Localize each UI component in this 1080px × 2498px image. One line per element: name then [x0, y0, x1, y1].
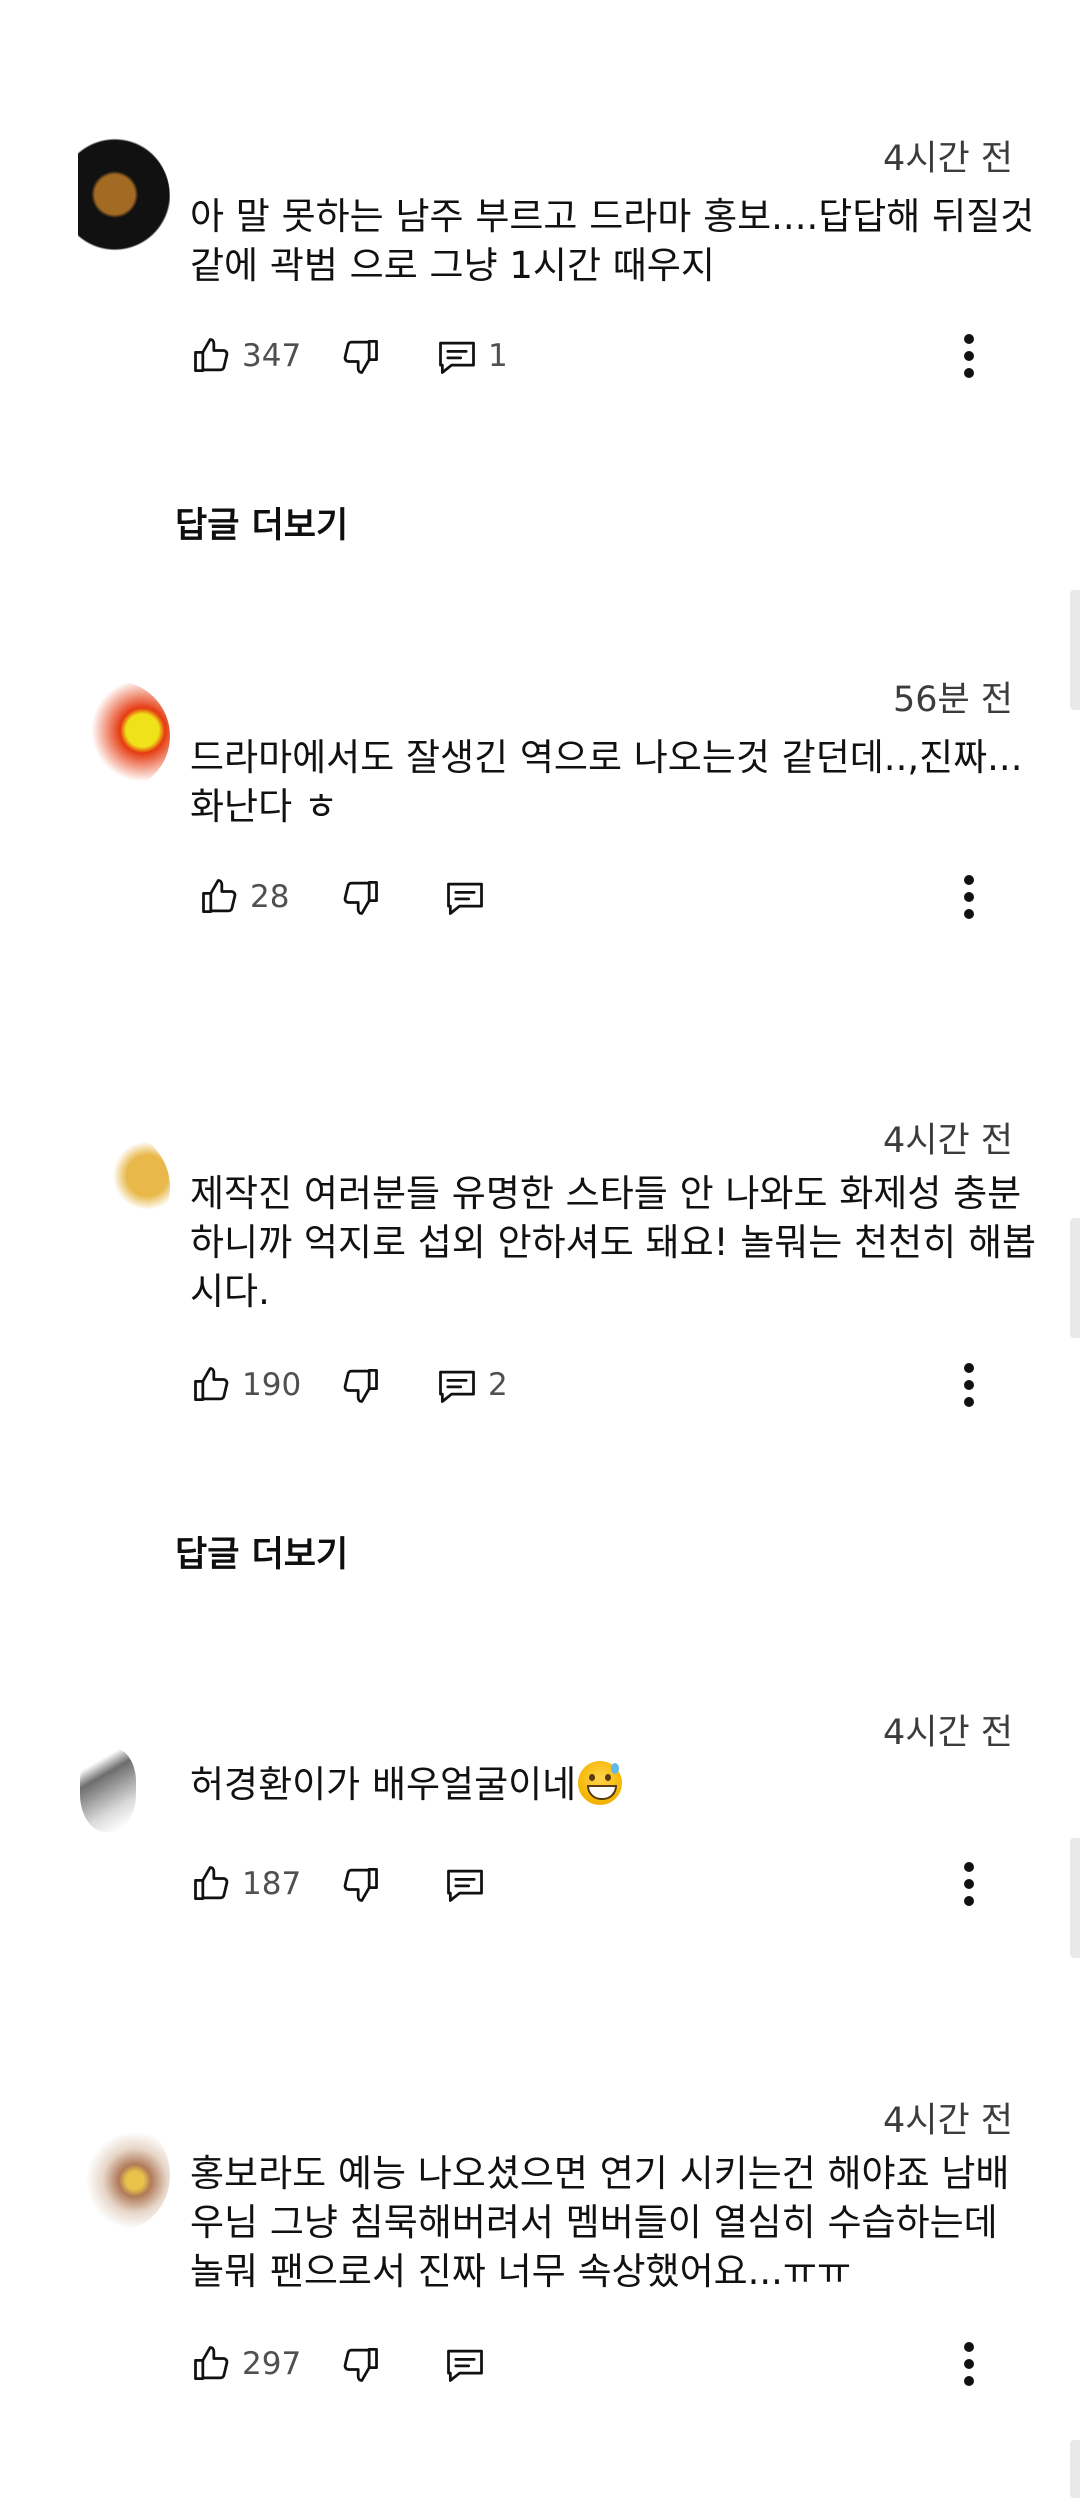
- thumbs-down-icon: [338, 2342, 382, 2386]
- thumbs-up-icon: [190, 334, 234, 378]
- more-vert-icon: [964, 2376, 974, 2386]
- comment-icon: [442, 1862, 488, 1906]
- dislike-button[interactable]: [338, 2334, 382, 2394]
- more-options-button[interactable]: [950, 2338, 990, 2390]
- avatar[interactable]: [78, 136, 170, 266]
- like-button[interactable]: 28: [198, 867, 289, 927]
- comment-time: 4시간 전: [883, 2101, 1013, 2141]
- more-vert-icon: [964, 1862, 974, 1872]
- avatar[interactable]: [80, 1748, 136, 1832]
- comment-icon: [434, 1363, 480, 1407]
- thumbs-down-icon: [338, 334, 382, 378]
- like-count: 190: [242, 1367, 302, 1403]
- thumbs-up-icon: [190, 2342, 234, 2386]
- thumbs-down-icon: [338, 1363, 382, 1407]
- comment-icon: [434, 334, 480, 378]
- dislike-button[interactable]: [338, 1355, 382, 1415]
- comment-time: 56분 전: [892, 680, 1013, 720]
- comment-time: 4시간 전: [883, 1121, 1013, 1161]
- more-vert-icon: [964, 892, 974, 902]
- comment-time: 4시간 전: [883, 139, 1013, 179]
- more-vert-icon: [964, 909, 974, 919]
- more-options-button[interactable]: [950, 1858, 990, 1910]
- reply-count: 1: [488, 338, 508, 374]
- reply-button[interactable]: [442, 2334, 488, 2394]
- reply-button[interactable]: 1: [434, 326, 508, 386]
- like-button[interactable]: 190: [190, 1355, 301, 1415]
- dislike-button[interactable]: [338, 1854, 382, 1914]
- like-count: 347: [242, 338, 302, 374]
- reply-button[interactable]: 2: [434, 1355, 508, 1415]
- more-options-button[interactable]: [950, 1359, 990, 1411]
- comment-text: 허경환이가 배우얼굴이네: [190, 1760, 1040, 1809]
- comment-actions: 297: [190, 2334, 1050, 2394]
- scrollbar-thumb[interactable]: [1070, 1218, 1080, 1338]
- comment-icon: [442, 2342, 488, 2386]
- comment-actions: 28: [190, 867, 1050, 927]
- more-vert-icon: [964, 334, 974, 344]
- dislike-button[interactable]: [338, 867, 382, 927]
- reply-button[interactable]: [442, 867, 488, 927]
- like-button[interactable]: 187: [190, 1854, 301, 1914]
- comment-text: 아 말 못하는 남주 부르고 드라마 홍보....답답해 뒤질것 같에 곽범 으…: [190, 195, 1035, 287]
- comment-text: 드라마에서도 잘생긴 역으로 나오는것 같던데..,진짜... 화난다 ㅎ: [190, 736, 1023, 828]
- like-count: 28: [250, 879, 290, 915]
- thumbs-down-icon: [338, 1862, 382, 1906]
- more-vert-icon: [964, 1896, 974, 1906]
- thumbs-up-icon: [190, 1862, 234, 1906]
- scrollbar-thumb[interactable]: [1070, 1838, 1080, 1958]
- avatar[interactable]: [60, 681, 170, 791]
- more-vert-icon: [964, 875, 974, 885]
- more-vert-icon: [964, 1879, 974, 1889]
- like-count: 297: [242, 2346, 302, 2382]
- like-button[interactable]: 347: [190, 326, 301, 386]
- scrollbar-thumb[interactable]: [1070, 2440, 1080, 2498]
- like-count: 187: [242, 1866, 302, 1902]
- more-vert-icon: [964, 368, 974, 378]
- comment-text: 제작진 여러분들 유명한 스타들 안 나와도 화제성 충분하니까 억지로 섭외 …: [190, 1172, 1037, 1313]
- dislike-button[interactable]: [338, 326, 382, 386]
- thumbs-down-icon: [338, 875, 382, 919]
- thumbs-up-icon: [190, 1363, 234, 1407]
- view-more-replies-button[interactable]: 답글 더보기: [175, 497, 348, 548]
- more-vert-icon: [964, 351, 974, 361]
- comment-text-content: 허경환이가 배우얼굴이네: [190, 1763, 577, 1806]
- comment-actions: 187: [190, 1854, 1050, 1914]
- thumbs-up-icon: [198, 875, 242, 919]
- scrollbar-thumb[interactable]: [1070, 590, 1080, 710]
- reply-count: 2: [488, 1367, 508, 1403]
- like-button[interactable]: 297: [190, 2334, 301, 2394]
- more-vert-icon: [964, 2359, 974, 2369]
- avatar[interactable]: [70, 2120, 170, 2230]
- comment-actions: 190 2: [190, 1355, 1050, 1415]
- more-vert-icon: [964, 1397, 974, 1407]
- reply-button[interactable]: [442, 1854, 488, 1914]
- more-vert-icon: [964, 1363, 974, 1373]
- view-more-replies-button[interactable]: 답글 더보기: [175, 1526, 348, 1577]
- grinning-sweat-emoji: [578, 1761, 623, 1805]
- comment-icon: [442, 875, 488, 919]
- comment-actions: 347 1: [190, 326, 1050, 386]
- comment-time: 4시간 전: [883, 1713, 1013, 1753]
- avatar[interactable]: [56, 1130, 170, 1244]
- more-options-button[interactable]: [950, 330, 990, 382]
- more-vert-icon: [964, 2342, 974, 2352]
- comment-text: 홍보라도 예능 나오셨으면 연기 시키는건 해야죠 남배우님 그냥 침묵해버려서…: [190, 2152, 1010, 2293]
- more-vert-icon: [964, 1380, 974, 1390]
- more-options-button[interactable]: [950, 871, 990, 923]
